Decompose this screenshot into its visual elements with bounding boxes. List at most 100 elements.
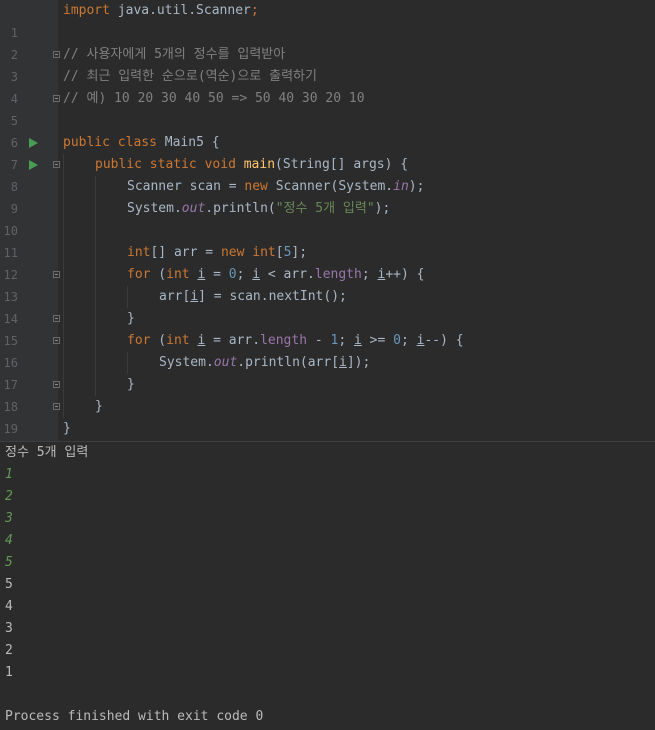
brace: { [203, 135, 220, 150]
paren: ( [150, 333, 167, 348]
import-path: java.util.Scanner [109, 3, 251, 18]
brace: } [95, 399, 103, 414]
scanner-declaration: Scanner scan = [127, 179, 245, 194]
field-length: length [260, 333, 308, 348]
close-paren: ]); [346, 355, 371, 370]
field-in: in [393, 179, 409, 194]
console-input-line: 3 [5, 511, 13, 526]
field-out: out [213, 355, 238, 370]
operator: < arr. [260, 267, 315, 282]
keyword-int: int [127, 245, 151, 260]
fold-icon[interactable] [53, 381, 60, 388]
console-output-line: 5 [5, 577, 13, 592]
bracket: [ [275, 245, 284, 260]
method-params: (String[] args) { [275, 157, 409, 172]
console-input-line: 4 [5, 533, 13, 548]
console-prompt: 정수 5개 입력 [5, 445, 89, 460]
paren: ( [150, 267, 167, 282]
system-ref: System. [159, 355, 214, 370]
run-console[interactable]: 정수 5개 입력 1 2 3 4 5 5 4 3 2 1 Process fin… [0, 441, 655, 730]
code-line-20[interactable]: 20 } [0, 418, 655, 458]
console-output-line: 1 [5, 665, 13, 680]
field-out: out [181, 201, 206, 216]
println-call: .println( [205, 201, 276, 216]
code-line-3[interactable]: 3 // 사용자에게 5개의 정수를 입력받아 [0, 44, 655, 84]
keyword-int: int [166, 267, 190, 282]
keyword-new: new [220, 245, 245, 260]
operator: ++) { [385, 267, 425, 282]
fold-icon[interactable] [53, 315, 60, 322]
comment: // 사용자에게 5개의 정수를 입력받아 [63, 47, 286, 62]
code-line-7[interactable]: 7 public class Main5 { [0, 132, 655, 172]
close-paren: ); [374, 201, 391, 216]
scanner-constructor: Scanner(System. [267, 179, 394, 194]
keyword-import: import [63, 3, 110, 18]
system-ref: System. [127, 201, 182, 216]
semicolon: ; [400, 333, 417, 348]
method-name: main [243, 157, 276, 172]
code-line-6[interactable]: 6 [0, 110, 655, 150]
code-line-15[interactable]: 15 } [0, 308, 655, 348]
code-line-17[interactable]: 17 System.out.println(arr[i]); [0, 352, 655, 392]
close-paren: ); [408, 179, 425, 194]
keyword-int: int [252, 245, 276, 260]
code-line-8[interactable]: 8 public static void main(String[] args)… [0, 154, 655, 194]
fold-icon[interactable] [53, 271, 60, 278]
fold-icon[interactable] [53, 161, 60, 168]
console-input-line: 2 [5, 489, 13, 504]
operator: = [205, 267, 229, 282]
code-line-11[interactable]: 11 [0, 220, 655, 260]
console-output-line: 2 [5, 643, 13, 658]
fold-icon[interactable] [53, 337, 60, 344]
loop-var: i [252, 267, 261, 282]
code-line-4[interactable]: 4 // 최근 입력한 순으로(역순)으로 출력하기 [0, 66, 655, 106]
keyword-void: void [204, 157, 236, 172]
code-line-13[interactable]: 13 for (int i = 0; i < arr.length; i++) … [0, 264, 655, 304]
println-call: .println(arr[ [237, 355, 340, 370]
semicolon: ; [250, 3, 259, 18]
loop-var: i [354, 333, 362, 348]
keyword-public: public [63, 135, 110, 150]
semicolon: ; [361, 267, 378, 282]
keyword-for: for [127, 267, 151, 282]
comment: // 최근 입력한 순으로(역순)으로 출력하기 [63, 69, 317, 84]
brace: } [127, 311, 135, 326]
code-line-18[interactable]: 18 } [0, 374, 655, 414]
keyword-int: int [166, 333, 190, 348]
keyword-public: public [95, 157, 142, 172]
field-length: length [314, 267, 362, 282]
loop-var: i [339, 355, 347, 370]
keyword-class: class [117, 135, 157, 150]
number-literal: 0 [228, 267, 237, 282]
code-line-1[interactable]: 1 import java.util.Scanner; [0, 0, 655, 40]
run-icon[interactable] [29, 138, 38, 148]
code-line-2[interactable]: 2 [0, 22, 655, 62]
semicolon: ; [236, 267, 253, 282]
operator: --) { [424, 333, 464, 348]
console-output-line: 4 [5, 599, 13, 614]
code-line-10[interactable]: 10 System.out.println("정수 5개 입력"); [0, 198, 655, 238]
code-line-5[interactable]: 5 // 예) 10 20 30 40 50 => 50 40 30 20 10 [0, 88, 655, 128]
number-literal: 0 [393, 333, 401, 348]
code-line-19[interactable]: 19 } [0, 396, 655, 436]
console-output-line: 3 [5, 621, 13, 636]
code-line-9[interactable]: 9 Scanner scan = new Scanner(System.in); [0, 176, 655, 216]
console-input-line: 1 [5, 467, 13, 482]
comment: // 예) 10 20 30 40 50 => 50 40 30 20 10 [63, 91, 365, 106]
code-editor[interactable]: 1 import java.util.Scanner; 2 3 // 사용자에게… [0, 0, 655, 458]
code-line-12[interactable]: 12 int[] arr = new int[5]; [0, 242, 655, 282]
bracket: ]; [291, 245, 308, 260]
fold-icon[interactable] [53, 403, 60, 410]
operator: >= [361, 333, 394, 348]
code-line-16[interactable]: 16 for (int i = arr.length - 1; i >= 0; … [0, 330, 655, 370]
run-icon[interactable] [29, 160, 38, 170]
fold-icon[interactable] [53, 95, 60, 102]
keyword-new: new [244, 179, 268, 194]
code-line-14[interactable]: 14 arr[i] = scan.nextInt(); [0, 286, 655, 326]
brace: } [127, 377, 135, 392]
process-finished-message: Process finished with exit code 0 [5, 709, 264, 724]
assignment: ] = scan.nextInt(); [198, 289, 347, 304]
array-access: arr[ [159, 289, 191, 304]
string-literal: "정수 5개 입력" [275, 201, 375, 216]
fold-icon[interactable] [53, 51, 60, 58]
